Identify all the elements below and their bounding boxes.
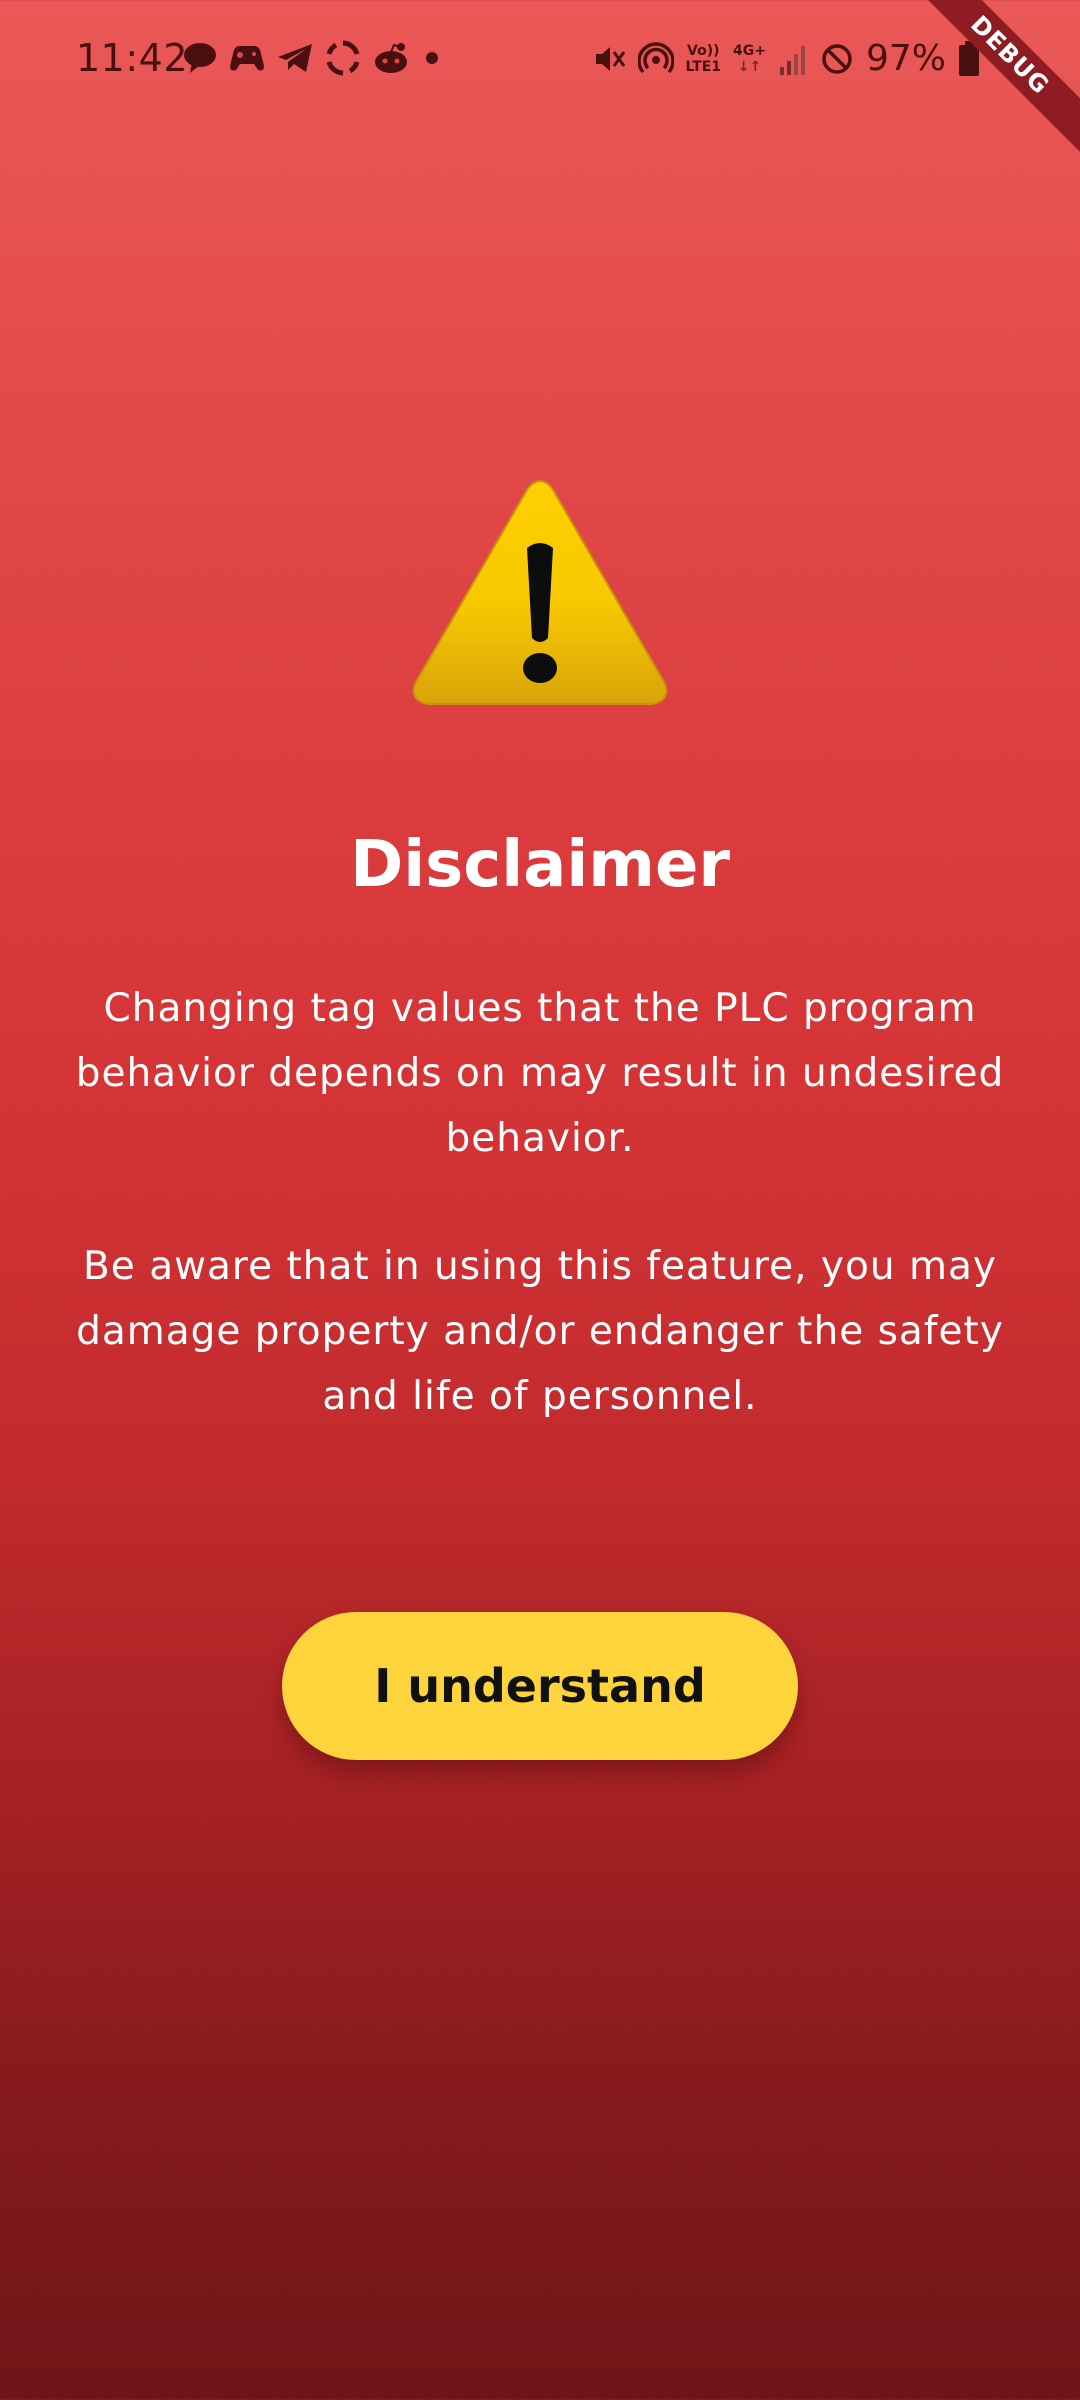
reddit-icon <box>372 42 410 74</box>
system-status-icons: Vo)) LTE1 4G+ ↓↑ 97% <box>592 38 980 79</box>
disclaimer-title: Disclaimer <box>350 828 730 902</box>
sync-icon <box>324 40 362 76</box>
mute-icon <box>592 42 626 76</box>
battery-percent: 97% <box>865 38 946 79</box>
warning-triangle-icon <box>410 478 670 710</box>
data-type-label: 4G+ <box>733 42 766 59</box>
network-bottom-label: LTE1 <box>685 58 722 75</box>
telegram-icon <box>276 42 314 74</box>
disclaimer-paragraph-2: Be aware that in using this feature, you… <box>76 1244 1004 1419</box>
disclaimer-paragraph-1: Changing tag values that the PLC program… <box>75 986 1005 1161</box>
status-time: 11:42 <box>76 36 189 80</box>
data-arrows-icon: 4G+ ↓↑ <box>733 42 766 75</box>
do-not-disturb-icon <box>820 42 854 76</box>
notification-icons <box>182 40 444 76</box>
game-controller-icon <box>228 42 266 74</box>
i-understand-button[interactable]: I understand <box>282 1612 798 1760</box>
network-top-label: Vo)) <box>687 42 720 59</box>
dot-icon <box>420 46 444 70</box>
signal-icon <box>778 43 808 75</box>
status-bar: 11:42 Vo)) LTE1 4G+ ↓↑ 97% <box>0 0 1080 120</box>
hotspot-icon <box>637 41 674 76</box>
volte-icon: Vo)) LTE1 <box>686 43 721 75</box>
chat-bubble-icon <box>182 41 218 75</box>
